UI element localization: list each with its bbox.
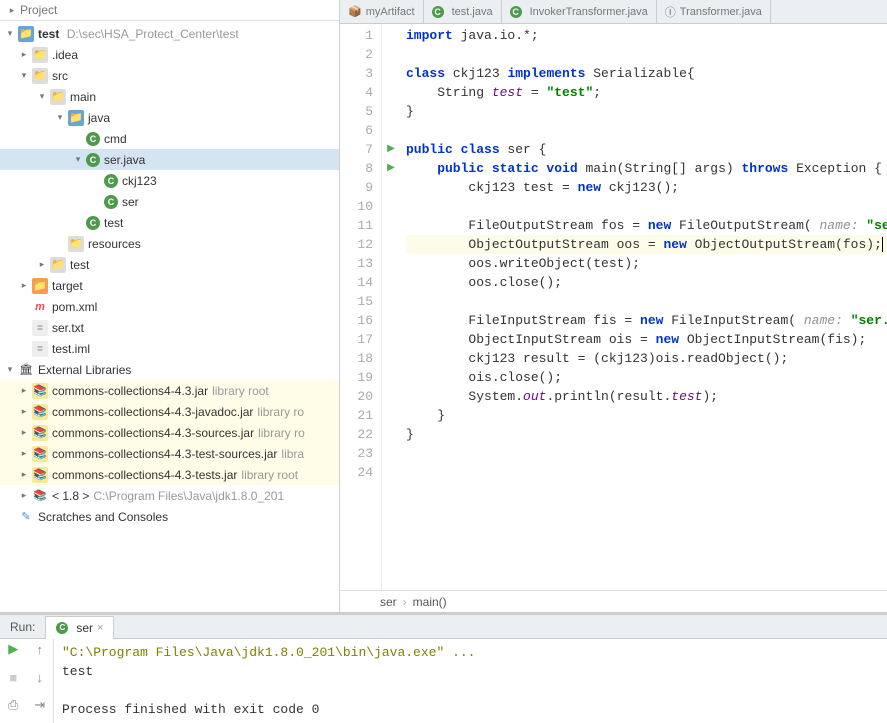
tree-scratches[interactable]: ✎Scratches and Consoles — [0, 506, 339, 527]
tree-java[interactable]: ▾📁java — [0, 107, 339, 128]
package-icon: 📦 — [348, 5, 362, 18]
project-label: Project — [20, 3, 57, 17]
tree-idea[interactable]: ▸📁.idea — [0, 44, 339, 65]
file-icon: ≣ — [32, 341, 48, 357]
tab-transformer[interactable]: ⒾTransformer.java — [657, 0, 771, 23]
tree-root[interactable]: ▾📁test D:\sec\HSA_Protect_Center\test — [0, 23, 339, 44]
file-icon: ≣ — [32, 320, 48, 336]
tree-target[interactable]: ▸📁target — [0, 275, 339, 296]
line-gutter: 1234 5678 9101112 13141516 17181920 2122… — [340, 24, 382, 590]
tree-src[interactable]: ▾📁src — [0, 65, 339, 86]
run-label: Run: — [0, 620, 45, 634]
tab-myartifact[interactable]: 📦myArtifact — [340, 0, 424, 23]
jar-icon: 📚 — [32, 446, 48, 462]
jar-icon: 📚 — [32, 404, 48, 420]
run-header: Run: C ser × — [0, 615, 887, 639]
tree-ser[interactable]: Cser — [0, 191, 339, 212]
editor-tabs: 📦myArtifact Ctest.java CInvokerTransform… — [340, 0, 887, 24]
tree-lib1[interactable]: ▸📚commons-collections4-4.3.jarlibrary ro… — [0, 380, 339, 401]
tree-cmd[interactable]: Ccmd — [0, 128, 339, 149]
code-editor[interactable]: 1234 5678 9101112 13141516 17181920 2122… — [340, 24, 887, 590]
folder-icon: 📁 — [68, 236, 84, 252]
project-sidebar: ▸ Project ▾📁test D:\sec\HSA_Protect_Cent… — [0, 0, 340, 612]
tree-lib4[interactable]: ▸📚commons-collections4-4.3-test-sources.… — [0, 443, 339, 464]
folder-icon: 📁 — [50, 89, 66, 105]
run-panel: Run: C ser × ▶ ↑ ■ ↓ ⎙ ⇥ "C:\Program Fil… — [0, 612, 887, 700]
class-icon: C — [56, 622, 68, 634]
jdk-icon: 📚 — [32, 488, 48, 504]
jar-icon: 📚 — [32, 467, 48, 483]
interface-icon: Ⓘ — [665, 4, 676, 20]
tree-pom[interactable]: mpom.xml — [0, 296, 339, 317]
jar-icon: 📚 — [32, 383, 48, 399]
folder-icon: 📁 — [68, 110, 84, 126]
folder-icon: 📁 — [18, 26, 34, 42]
tree-test-dir[interactable]: ▸📁test — [0, 254, 339, 275]
tree-jdk[interactable]: ▸📚< 1.8 >C:\Program Files\Java\jdk1.8.0_… — [0, 485, 339, 506]
class-icon: C — [86, 153, 100, 167]
camera-button[interactable]: ⎙ — [0, 695, 27, 715]
stop-button[interactable]: ■ — [0, 667, 27, 687]
tree-test-iml[interactable]: ≣test.iml — [0, 338, 339, 359]
class-icon: C — [104, 195, 118, 209]
library-icon: 🏛 — [18, 362, 34, 378]
tree-ext-lib[interactable]: ▾🏛External Libraries — [0, 359, 339, 380]
close-icon[interactable]: × — [97, 622, 103, 634]
tab-invoker[interactable]: CInvokerTransformer.java — [502, 0, 657, 23]
class-icon: C — [510, 6, 522, 18]
folder-icon: 📁 — [50, 257, 66, 273]
up-button[interactable]: ↑ — [27, 639, 54, 659]
class-icon: C — [432, 6, 444, 18]
tree-test-cls[interactable]: Ctest — [0, 212, 339, 233]
jar-icon: 📚 — [32, 425, 48, 441]
folder-icon: 📁 — [32, 278, 48, 294]
chevron-right-icon: › — [403, 595, 407, 609]
tab-test[interactable]: Ctest.java — [424, 0, 502, 23]
sidebar-header: ▸ Project — [0, 0, 339, 21]
run-class-icon[interactable]: ▶ — [382, 140, 400, 159]
wrap-button[interactable]: ⇥ — [27, 695, 54, 715]
project-tree: ▾📁test D:\sec\HSA_Protect_Center\test ▸📁… — [0, 21, 339, 612]
run-gutter: ▶ ▶ — [382, 24, 400, 590]
tree-ser-java[interactable]: ▾Cser.java — [0, 149, 339, 170]
tree-ckj123[interactable]: Cckj123 — [0, 170, 339, 191]
run-toolbar: ▶ ↑ ■ ↓ ⎙ ⇥ — [0, 639, 54, 723]
code-content[interactable]: import java.io.*; class ckj123 implement… — [400, 24, 887, 590]
scratches-icon: ✎ — [18, 509, 34, 525]
tree-lib5[interactable]: ▸📚commons-collections4-4.3-tests.jarlibr… — [0, 464, 339, 485]
maven-icon: m — [32, 299, 48, 315]
tree-lib2[interactable]: ▸📚commons-collections4-4.3-javadoc.jarli… — [0, 401, 339, 422]
class-icon: C — [104, 174, 118, 188]
class-icon: C — [86, 132, 100, 146]
folder-icon: 📁 — [32, 47, 48, 63]
breadcrumb-class[interactable]: ser — [380, 595, 397, 609]
rerun-button[interactable]: ▶ — [0, 639, 27, 659]
breadcrumb: ser › main() — [340, 590, 887, 612]
editor-area: 📦myArtifact Ctest.java CInvokerTransform… — [340, 0, 887, 612]
down-button[interactable]: ↓ — [27, 667, 54, 687]
folder-icon: 📁 — [32, 68, 48, 84]
breadcrumb-method[interactable]: main() — [413, 595, 447, 609]
run-main-icon[interactable]: ▶ — [382, 159, 400, 178]
run-output[interactable]: "C:\Program Files\Java\jdk1.8.0_201\bin\… — [54, 639, 887, 723]
run-tab[interactable]: C ser × — [45, 616, 114, 639]
tree-ser-txt[interactable]: ≣ser.txt — [0, 317, 339, 338]
tree-main[interactable]: ▾📁main — [0, 86, 339, 107]
tree-resources[interactable]: 📁resources — [0, 233, 339, 254]
class-icon: C — [86, 216, 100, 230]
tree-lib3[interactable]: ▸📚commons-collections4-4.3-sources.jarli… — [0, 422, 339, 443]
